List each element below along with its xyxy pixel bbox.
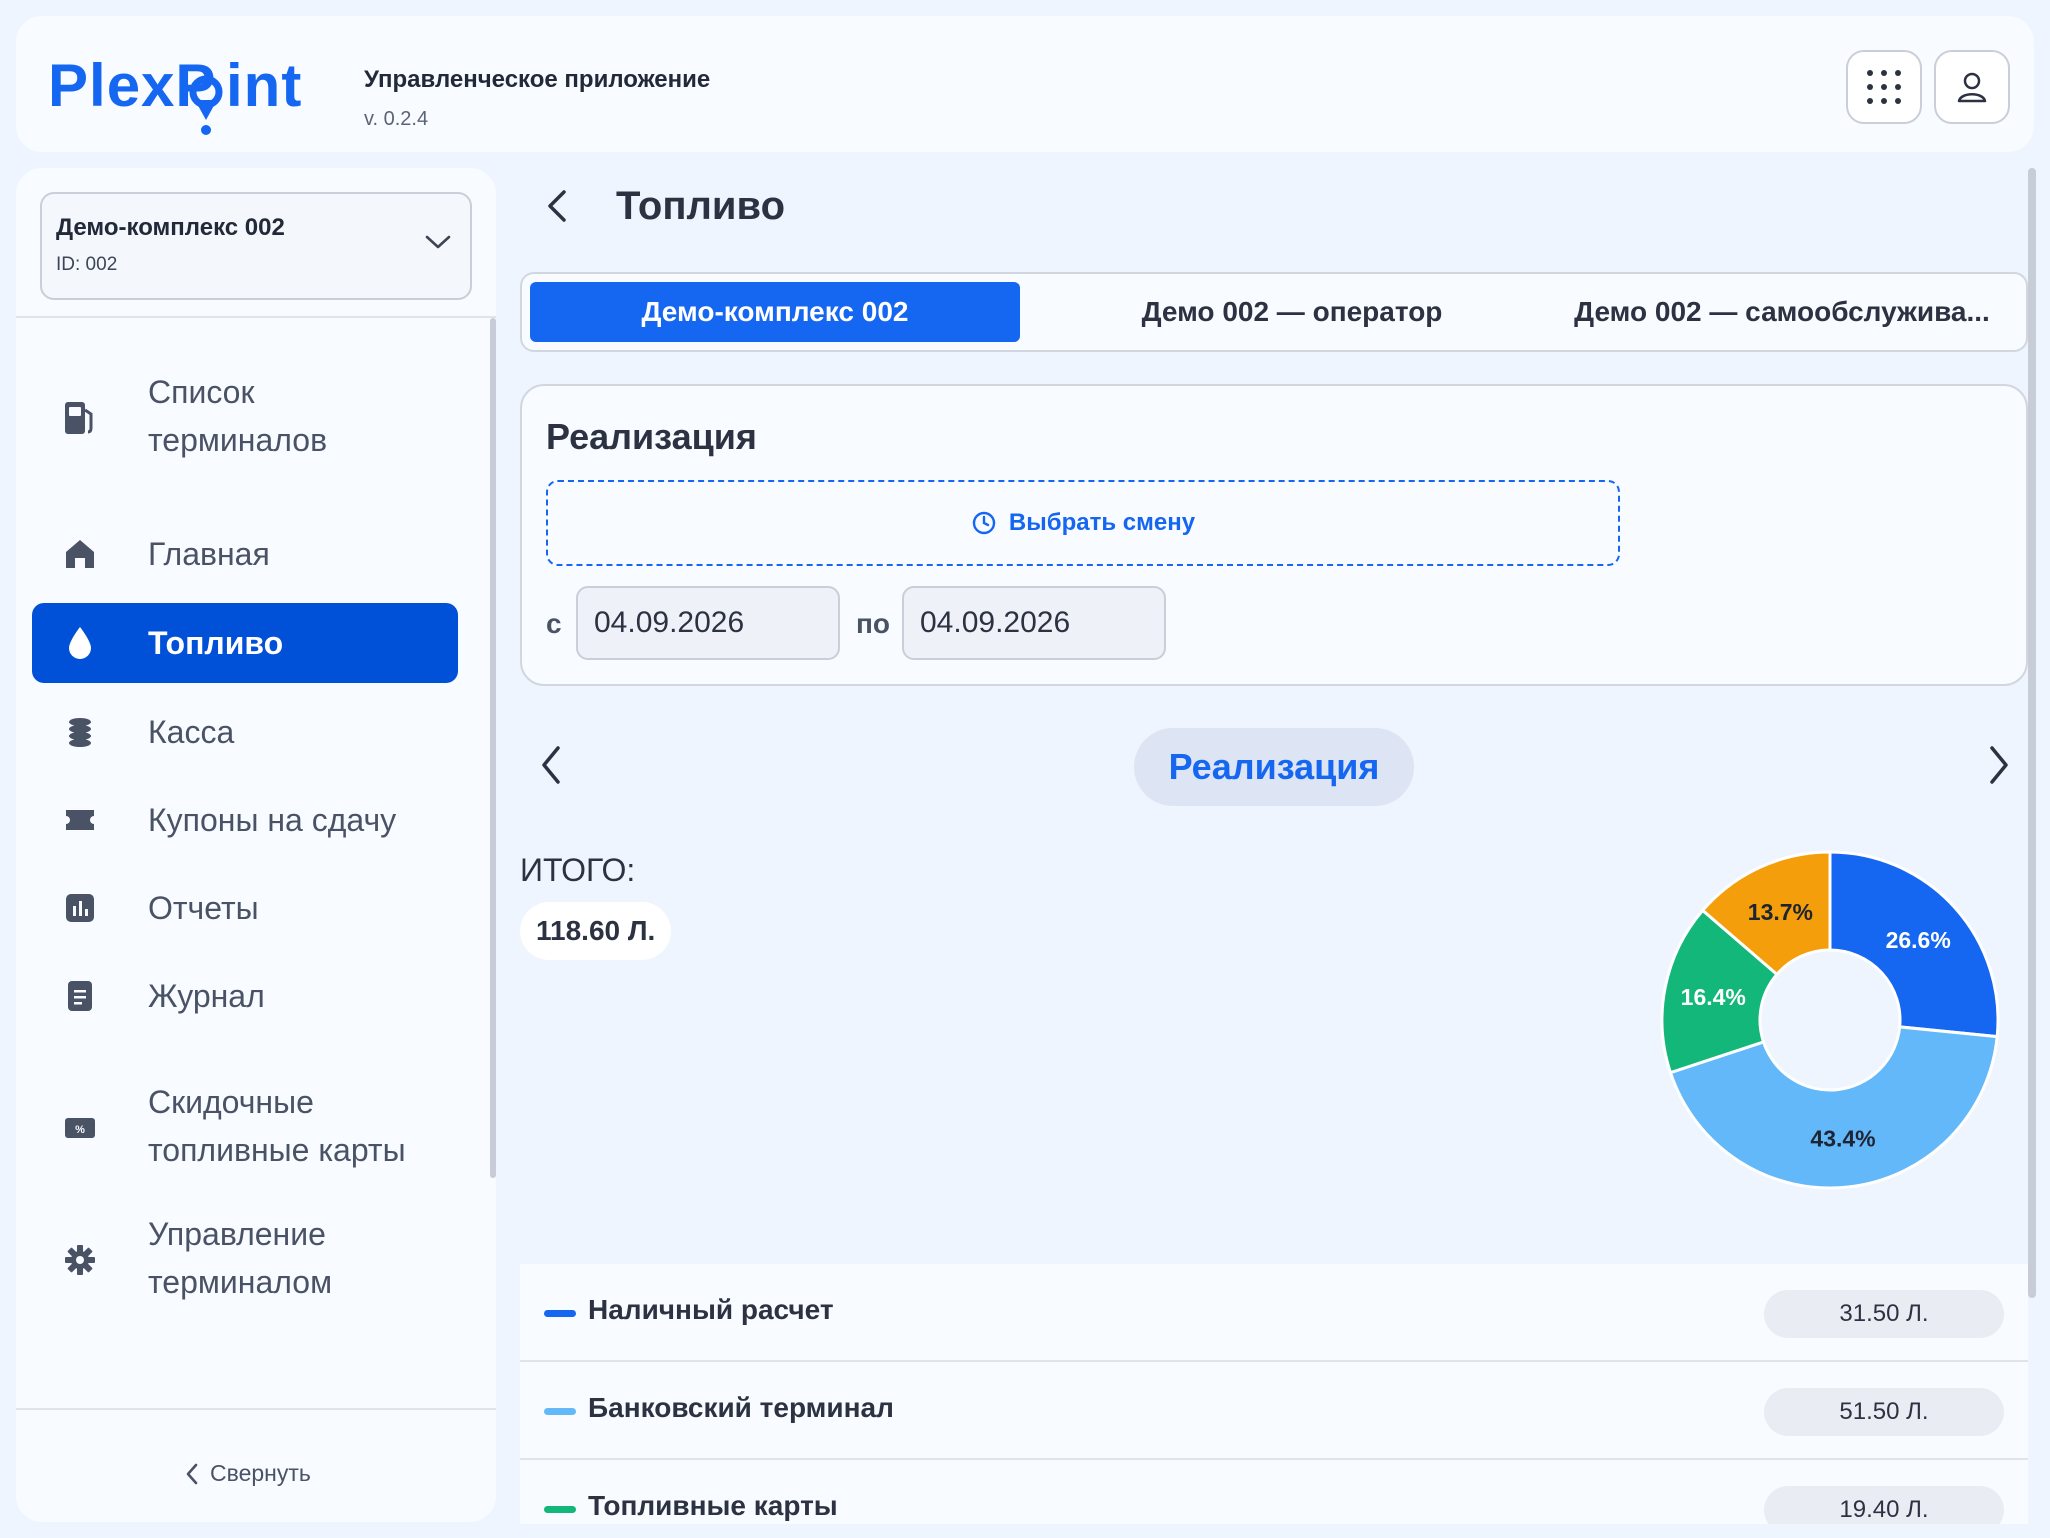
- tab-complex[interactable]: Демо-комплекс 002: [530, 282, 1020, 342]
- sidebar-item-label: Главная: [148, 536, 270, 572]
- svg-text:%: %: [75, 1124, 85, 1136]
- donut-slice-label: 26.6%: [1886, 927, 1951, 953]
- sidebar-item-label: терминалом: [148, 1264, 333, 1300]
- sidebar-item-label: топливные карты: [148, 1132, 406, 1168]
- legend-name: Наличный расчет: [588, 1294, 834, 1325]
- discount-card-icon: %: [62, 1110, 98, 1146]
- donut-slice-label: 13.7%: [1748, 899, 1813, 925]
- chevron-down-icon: [425, 235, 451, 249]
- clock-icon: [972, 511, 996, 535]
- app-version: v. 0.2.4: [364, 108, 429, 130]
- sidebar-item-terminals[interactable]: Список терминалов: [32, 358, 458, 478]
- page-title: Топливо: [616, 184, 786, 228]
- total-value: 118.60 Л.: [520, 902, 672, 960]
- date-from-input[interactable]: 04.09.2026: [576, 586, 840, 660]
- divider: [16, 316, 496, 318]
- sidebar-item-label: Журнал: [148, 978, 265, 1014]
- view-title: Реализация: [1134, 728, 1414, 806]
- card-title: Реализация: [546, 416, 757, 457]
- date-from-label: с: [546, 608, 562, 639]
- next-view-button[interactable]: [1980, 740, 2016, 790]
- user-button[interactable]: [1934, 50, 2010, 124]
- sidebar-item-label: Скидочные: [148, 1084, 314, 1120]
- sidebar-item-coupons[interactable]: Купоны на сдачу: [32, 780, 458, 860]
- complex-select[interactable]: Демо-комплекс 002 ID: 002: [40, 192, 472, 300]
- sidebar-item-label: терминалов: [148, 422, 328, 458]
- tab-operator[interactable]: Демо 002 — оператор: [1042, 282, 1542, 342]
- sidebar-item-label: Топливо: [148, 625, 284, 661]
- sidebar-item-home[interactable]: Главная: [32, 514, 458, 594]
- collapse-button[interactable]: Свернуть: [184, 1460, 311, 1487]
- complex-tabs: Демо-комплекс 002 Демо 002 — оператор Де…: [520, 272, 2028, 352]
- legend-row[interactable]: Банковский терминал 51.50 Л.: [520, 1362, 2028, 1460]
- coins-icon: [62, 714, 98, 750]
- tab-self-service[interactable]: Демо 002 — самообслужива...: [1542, 282, 2022, 342]
- fuel-pump-icon: [62, 400, 98, 436]
- complex-name: Демо-комплекс 002: [56, 214, 285, 241]
- app-header: PlexP int Управленческое приложение v. 0…: [16, 16, 2034, 152]
- select-shift-label: Выбрать смену: [1008, 509, 1196, 536]
- sidebar-item-label: Список: [148, 374, 255, 410]
- legend-swatch: [544, 1408, 576, 1415]
- sidebar: Демо-комплекс 002 ID: 002 Список термина…: [16, 168, 496, 1522]
- legend-row[interactable]: Наличный расчет 31.50 Л.: [520, 1264, 2028, 1362]
- sidebar-item-journal[interactable]: Журнал: [32, 956, 458, 1036]
- back-button[interactable]: [540, 186, 576, 226]
- legend-list: Наличный расчет 31.50 Л. Банковский терм…: [520, 1264, 2028, 1524]
- chevron-left-icon: [186, 1463, 198, 1484]
- legend-value: 31.50 Л.: [1764, 1290, 2004, 1338]
- drop-icon: [62, 625, 98, 661]
- sidebar-item-reports[interactable]: Отчеты: [32, 868, 458, 948]
- date-to-input[interactable]: 04.09.2026: [902, 586, 1166, 660]
- complex-id: ID: 002: [56, 254, 118, 275]
- sidebar-item-label: Купоны на сдачу: [148, 802, 397, 838]
- sidebar-item-fuel[interactable]: Топливо: [32, 603, 458, 683]
- sales-donut-chart: 26.6% 43.4% 16.4% 13.7%: [1660, 850, 2000, 1190]
- date-to-label: по: [856, 608, 891, 639]
- user-icon: [1957, 72, 1987, 103]
- plexpoint-logo: PlexP int: [48, 52, 302, 135]
- gear-icon: [62, 1242, 98, 1278]
- divider: [16, 1408, 496, 1410]
- legend-name: Топливные карты: [588, 1490, 838, 1521]
- apps-button[interactable]: [1846, 50, 1922, 124]
- sidebar-item-label: Управление: [148, 1216, 326, 1252]
- app-name: Управленческое приложение: [364, 66, 711, 93]
- prev-view-button[interactable]: [534, 740, 570, 790]
- select-shift-button[interactable]: Выбрать смену: [546, 480, 1620, 566]
- legend-name: Банковский терминал: [588, 1392, 894, 1423]
- grid-icon: [1867, 70, 1901, 104]
- collapse-label: Свернуть: [210, 1460, 311, 1486]
- main-scrollbar[interactable]: [2028, 168, 2036, 1298]
- svg-text:int: int: [226, 52, 302, 119]
- filter-card: Реализация Выбрать смену с 04.09.2026 по…: [520, 384, 2028, 686]
- legend-swatch: [544, 1310, 576, 1317]
- total-label: ИТОГО:: [520, 852, 636, 888]
- document-icon: [62, 978, 98, 1014]
- donut-slice-label: 16.4%: [1681, 984, 1746, 1010]
- home-icon: [62, 536, 98, 572]
- sidebar-item-label: Касса: [148, 714, 235, 750]
- chart-icon: [62, 890, 98, 926]
- sidebar-item-label: Отчеты: [148, 890, 259, 926]
- sidebar-item-cash[interactable]: Касса: [32, 692, 458, 772]
- legend-value: 19.40 Л.: [1764, 1486, 2004, 1524]
- donut-slice-label: 43.4%: [1810, 1125, 1875, 1151]
- sidebar-item-discount-cards[interactable]: % Скидочные топливные карты: [32, 1068, 458, 1188]
- ticket-icon: [62, 802, 98, 838]
- legend-row[interactable]: Топливные карты 19.40 Л.: [520, 1460, 2028, 1524]
- legend-swatch: [544, 1506, 576, 1513]
- legend-value: 51.50 Л.: [1764, 1388, 2004, 1436]
- sidebar-scrollbar[interactable]: [490, 318, 496, 1178]
- sidebar-item-terminal-management[interactable]: Управление терминалом: [32, 1200, 458, 1320]
